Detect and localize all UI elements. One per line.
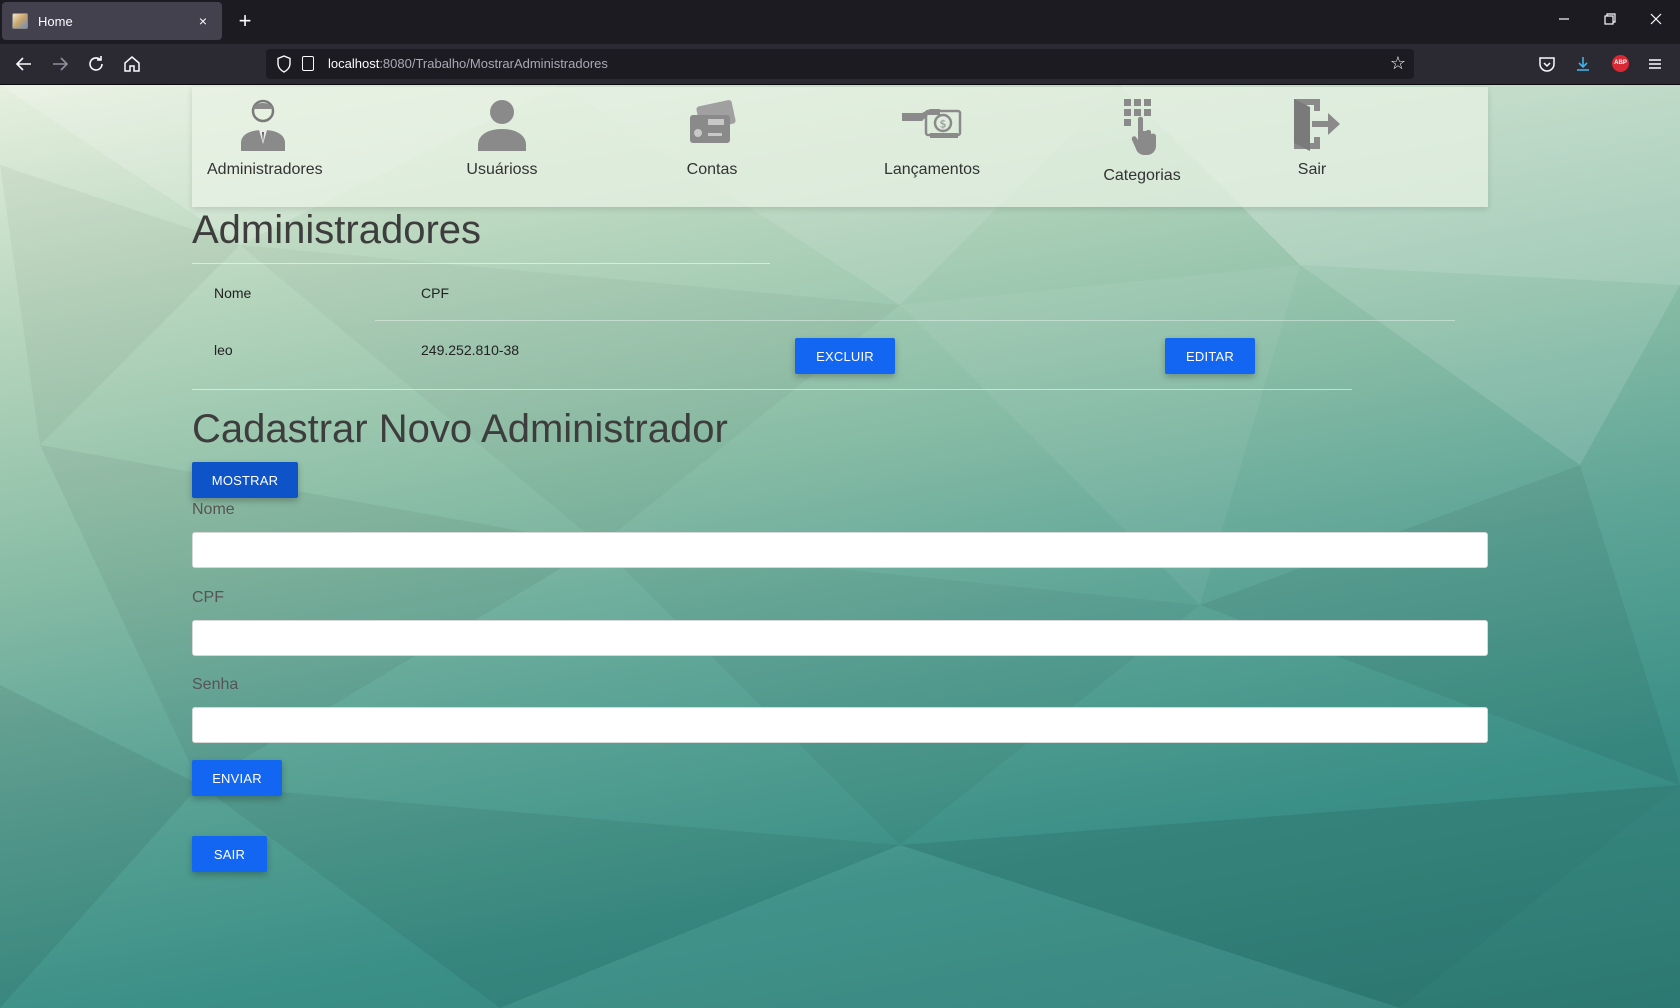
shield-icon[interactable] — [276, 55, 292, 73]
column-header-nome: Nome — [214, 285, 252, 301]
menu-label: Categorias — [1103, 167, 1181, 184]
page-info-icon[interactable] — [302, 56, 314, 71]
download-icon[interactable] — [1574, 55, 1592, 73]
menu-item-sair[interactable]: Sair — [1272, 97, 1352, 201]
divider — [192, 263, 770, 264]
logout-door-icon — [1294, 99, 1340, 151]
show-form-button[interactable]: MOSTRAR — [192, 462, 298, 498]
close-window-icon[interactable] — [1646, 12, 1666, 29]
nome-field[interactable] — [192, 532, 1488, 568]
url-host: localhost — [328, 56, 380, 71]
favicon-icon — [12, 13, 28, 29]
admins-title: Administradores — [192, 208, 482, 252]
menu-item-categorias[interactable]: Categorias — [1082, 97, 1202, 201]
divider — [192, 389, 1352, 390]
new-tab-icon[interactable]: + — [234, 10, 256, 32]
cell-cpf: 249.252.810-38 — [421, 342, 520, 358]
url-text[interactable]: localhost:8080/Trabalho/MostrarAdministr… — [328, 56, 608, 71]
hamburger-menu-icon[interactable] — [1646, 55, 1664, 73]
nome-label: Nome — [192, 501, 235, 518]
svg-text:$: $ — [940, 118, 947, 131]
browser-tab-bar: Home × + — [0, 0, 1680, 44]
exit-button[interactable]: SAIR — [192, 836, 267, 872]
submit-button[interactable]: ENVIAR — [192, 760, 282, 796]
browser-tab-home[interactable]: Home × — [2, 2, 222, 40]
minimize-icon[interactable] — [1554, 12, 1574, 29]
form-title: Cadastrar Novo Administrador — [192, 407, 728, 451]
tab-close-icon[interactable]: × — [194, 13, 212, 29]
user-icon — [478, 100, 526, 151]
main-menu: Administradores Usuárioss Contas $ Lança… — [192, 87, 1488, 207]
keypad-touch-icon — [1124, 99, 1156, 155]
delete-button[interactable]: EXCLUIR — [795, 338, 895, 374]
restore-icon[interactable] — [1600, 12, 1620, 29]
menu-label: Administradores — [207, 161, 323, 178]
divider — [375, 320, 1455, 321]
credit-card-icon — [690, 100, 736, 143]
cpf-field[interactable] — [192, 620, 1488, 656]
reload-icon[interactable] — [85, 53, 107, 75]
senha-label: Senha — [192, 676, 239, 693]
cash-hand-icon: $ — [902, 109, 962, 138]
edit-button[interactable]: EDITAR — [1165, 338, 1255, 374]
senha-field[interactable] — [192, 707, 1488, 743]
bookmark-star-icon[interactable]: ☆ — [1390, 53, 1406, 74]
menu-item-lancamentos[interactable]: $ Lançamentos — [862, 97, 1002, 201]
forward-arrow-icon[interactable] — [49, 53, 71, 75]
url-bar[interactable]: localhost:8080/Trabalho/MostrarAdministr… — [266, 49, 1414, 79]
menu-item-administradores[interactable]: Administradores — [207, 97, 323, 201]
page-viewport: Administradores Usuárioss Contas $ Lança… — [0, 85, 1680, 1008]
back-arrow-icon[interactable] — [13, 53, 35, 75]
menu-label: Usuárioss — [466, 161, 538, 178]
cpf-label: CPF — [192, 589, 224, 606]
administrator-icon — [241, 99, 285, 151]
adblock-icon[interactable]: ABP — [1612, 55, 1629, 72]
menu-label: Contas — [686, 161, 738, 178]
column-header-cpf: CPF — [421, 285, 449, 301]
tab-title: Home — [38, 13, 73, 29]
menu-label: Sair — [1297, 161, 1327, 178]
home-icon[interactable] — [121, 53, 143, 75]
menu-item-usuarios[interactable]: Usuárioss — [452, 97, 552, 201]
menu-label: Lançamentos — [883, 161, 981, 178]
url-path: :8080/Trabalho/MostrarAdministradores — [379, 56, 608, 71]
cell-nome: leo — [214, 342, 233, 358]
pocket-icon[interactable] — [1538, 55, 1556, 73]
browser-nav-bar: localhost:8080/Trabalho/MostrarAdministr… — [0, 44, 1680, 85]
menu-item-contas[interactable]: Contas — [662, 97, 762, 201]
